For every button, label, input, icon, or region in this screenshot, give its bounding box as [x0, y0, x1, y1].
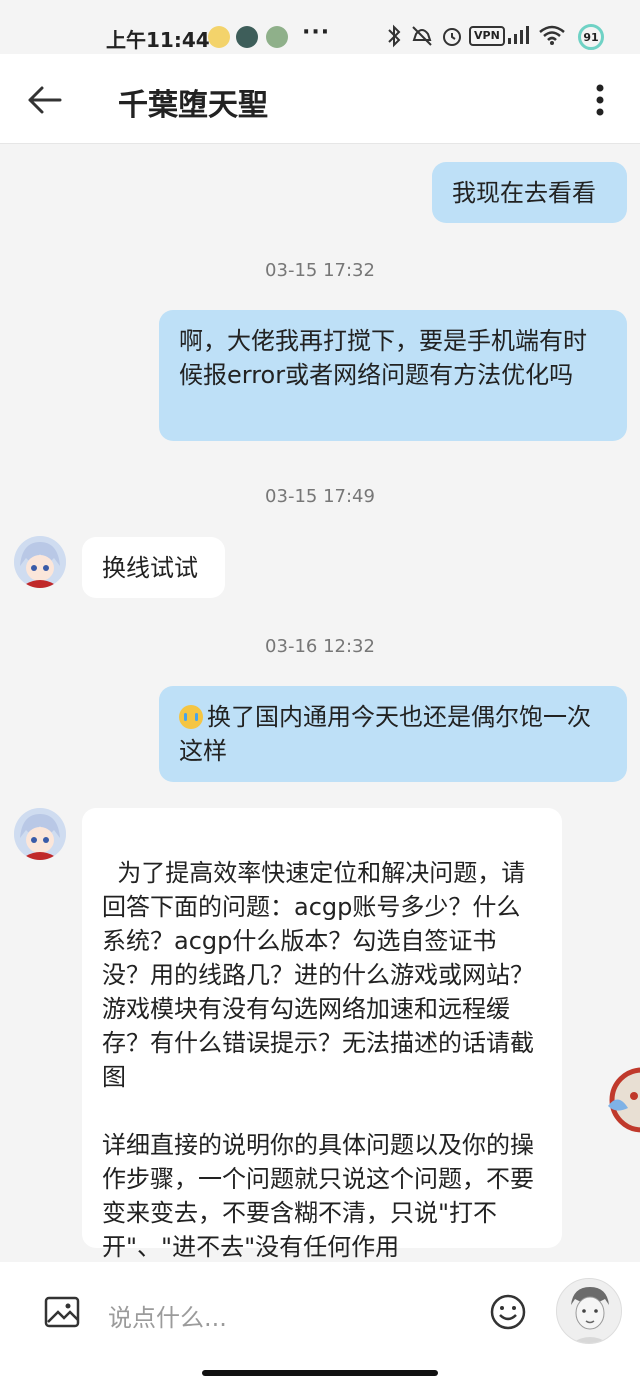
notification-app-icon	[208, 26, 230, 48]
battery-icon: 91	[578, 24, 604, 50]
message-bubble-outgoing[interactable]: 换了国内通用今天也还是偶尔饱一次这样	[159, 686, 627, 782]
message-text: 为了提高效率快速定位和解决问题，请回答下面的问题：acgp账号多少？什么系统？a…	[102, 859, 534, 1261]
wifi-icon	[539, 25, 565, 45]
message-timestamp: 03-15 17:49	[265, 486, 375, 507]
chat-header: 千葉堕天聖	[0, 54, 640, 144]
mute-icon	[412, 26, 432, 46]
alarm-icon	[443, 28, 461, 46]
message-text: 我现在去看看	[452, 179, 596, 207]
user-avatar[interactable]	[556, 1278, 622, 1344]
notification-app-icon	[266, 26, 288, 48]
message-input[interactable]: 说点什么...	[108, 1298, 227, 1333]
message-timestamp: 03-15 17:32	[265, 260, 375, 281]
message-timestamp: 03-16 12:32	[265, 636, 375, 657]
signal-icon	[508, 26, 529, 44]
chat-title: 千葉堕天聖	[118, 88, 268, 123]
message-bubble-outgoing[interactable]: 我现在去看看	[432, 162, 627, 223]
status-time: 上午11:44	[106, 28, 210, 52]
more-options-icon[interactable]	[594, 82, 606, 118]
status-bar: 上午11:44 ··· VPN 91	[0, 0, 640, 54]
message-text: 换线试试	[102, 554, 198, 582]
message-input-bar: 说点什么...	[0, 1262, 640, 1386]
contact-avatar[interactable]	[14, 808, 66, 860]
message-text: 换了国内通用今天也还是偶尔饱一次这样	[179, 703, 591, 765]
crying-face-emoji-icon	[179, 705, 203, 729]
more-notifications-icon: ···	[302, 20, 331, 45]
message-bubble-incoming[interactable]: 为了提高效率快速定位和解决问题，请回答下面的问题：acgp账号多少？什么系统？a…	[82, 808, 562, 1261]
home-indicator	[202, 1370, 438, 1376]
notification-app-icon	[236, 26, 258, 48]
bluetooth-icon	[388, 24, 401, 48]
floating-assistant-icon[interactable]	[604, 1062, 640, 1138]
vpn-icon: VPN	[469, 26, 505, 46]
message-text: 啊，大佬我再打搅下，要是手机端有时候报error或者网络问题有方法优化吗	[179, 327, 587, 389]
contact-avatar[interactable]	[14, 536, 66, 588]
message-bubble-incoming[interactable]: 换线试试	[82, 537, 225, 598]
image-picker-icon[interactable]	[44, 1296, 80, 1328]
emoji-icon[interactable]	[490, 1294, 526, 1330]
back-arrow-icon[interactable]	[24, 80, 64, 120]
message-bubble-outgoing[interactable]: 啊，大佬我再打搅下，要是手机端有时候报error或者网络问题有方法优化吗	[159, 310, 627, 441]
